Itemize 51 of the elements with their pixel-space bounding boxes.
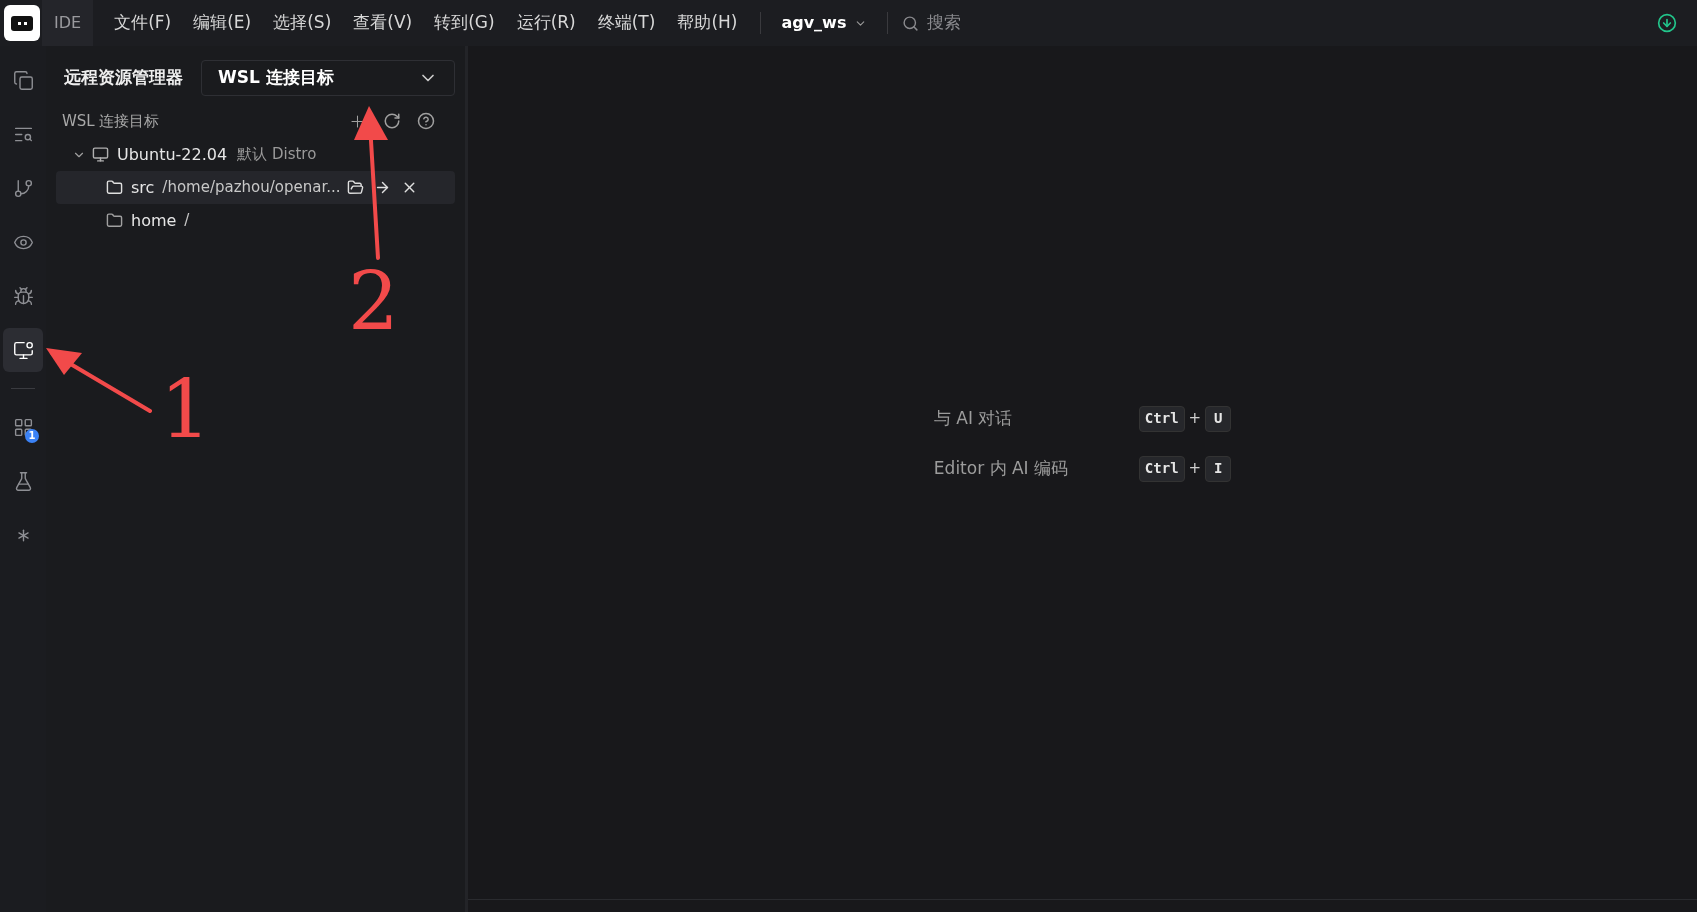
menu-item[interactable]: 编辑(E) (184, 10, 261, 36)
menu-item[interactable]: 运行(R) (507, 10, 585, 36)
bug-icon (12, 285, 34, 307)
search-icon (902, 14, 920, 32)
count-badge: 1 (25, 429, 39, 443)
menu-item[interactable]: 选择(S) (264, 10, 341, 36)
tree-row[interactable]: Ubuntu-22.04 默认 Distro (56, 138, 455, 171)
folder-icon (106, 179, 123, 196)
annotation-number: 2 (348, 262, 399, 342)
activity-button[interactable]: 1 (3, 405, 43, 449)
search-input[interactable]: 搜索 (927, 10, 1048, 36)
section-title: WSL 连接目标 (62, 110, 160, 132)
menu-item[interactable]: 终端(T) (588, 10, 665, 36)
refresh-icon[interactable] (383, 112, 401, 130)
target-dropdown[interactable]: WSL 连接目标 (201, 60, 455, 96)
tree-label: home (131, 209, 177, 232)
tree-row[interactable]: home / (56, 204, 455, 237)
key-cap: I (1205, 455, 1232, 482)
activity-button[interactable] (3, 328, 43, 372)
help-icon[interactable] (417, 112, 435, 130)
workspace-dropdown[interactable]: agv_ws (775, 11, 874, 35)
hint-label: 与 AI 对话 (933, 406, 1014, 430)
hint-label: Editor 内 AI 编码 (933, 456, 1069, 480)
monitor-icon (92, 146, 109, 163)
branch-icon (12, 177, 34, 199)
key-cap: U (1205, 405, 1232, 432)
tree-label: Ubuntu-22.04 (117, 143, 228, 166)
annotation-number: 1 (160, 365, 211, 455)
search-field[interactable]: 搜索 (902, 10, 1048, 36)
menu-item[interactable]: 转到(G) (425, 10, 504, 36)
tree-label: src (131, 176, 155, 199)
app-logo[interactable] (4, 5, 40, 41)
folder-path: /home/pazhou/openar... (162, 177, 341, 199)
menu-item[interactable]: 查看(V) (344, 10, 422, 36)
monitor-icon (12, 339, 34, 361)
open-folder-icon[interactable] (346, 179, 364, 196)
menu-item[interactable]: 帮助(H) (668, 10, 747, 36)
menu-item[interactable]: 文件(F) (105, 10, 181, 36)
key-cap: Ctrl (1138, 405, 1185, 432)
tree-row[interactable]: src /home/pazhou/openar... (56, 171, 455, 204)
folder-icon (106, 212, 123, 229)
download-icon[interactable] (1657, 13, 1677, 33)
key-joiner: + (1188, 408, 1202, 430)
folder-path: / (184, 210, 190, 232)
key-joiner: + (1188, 458, 1202, 480)
files-icon (12, 69, 34, 91)
grid-icon (12, 416, 34, 438)
app-label: IDE (42, 0, 94, 46)
tree-note: 默认 Distro (237, 144, 317, 166)
key-cap: Ctrl (1138, 455, 1185, 482)
panel-title: 远程资源管理器 (63, 66, 184, 90)
